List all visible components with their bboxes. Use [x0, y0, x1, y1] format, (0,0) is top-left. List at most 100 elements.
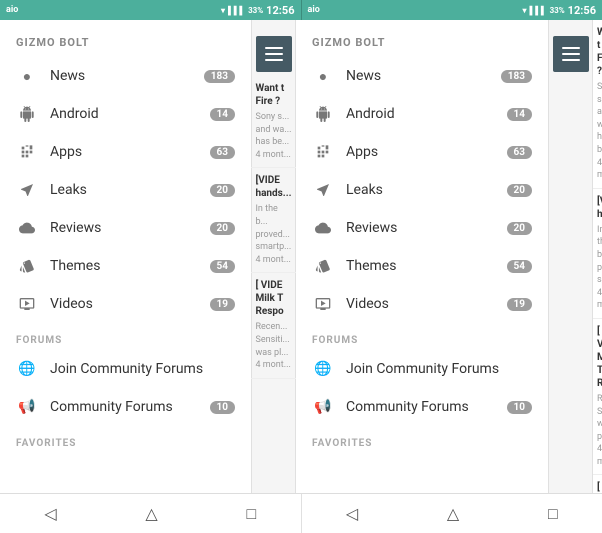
nav-item-reviews[interactable]: Reviews 20 — [0, 209, 251, 247]
videos-badge-r: 19 — [507, 298, 532, 311]
hamburger-button-right[interactable] — [553, 36, 589, 72]
status-icons-right: ▾ ▌▌▌ 33% 12:56 — [523, 4, 596, 17]
back-button-right[interactable]: ◁ — [346, 504, 358, 523]
news-label-r: News — [346, 68, 501, 84]
far-article-1[interactable]: [VIDEhands... In the b...proved...smartp… — [593, 189, 602, 319]
back-button-left[interactable]: ◁ — [44, 504, 56, 523]
leaks-label-r: Leaks — [346, 182, 507, 198]
themes-badge: 54 — [210, 260, 235, 273]
themes-icon — [16, 255, 38, 277]
themes-icon-r — [312, 255, 334, 277]
leaks-label: Leaks — [50, 182, 210, 198]
middle-article-list: Want tFire ? Sony s...and wa...has be...… — [251, 76, 295, 493]
status-bar-right: aio ▾ ▌▌▌ 33% 12:56 — [302, 0, 602, 20]
reviews-icon-r — [312, 217, 334, 239]
carrier-left: aio — [6, 5, 18, 15]
battery-right: 33% — [550, 6, 565, 15]
far-article-title-0: Want tFire ? — [597, 26, 598, 78]
recent-button-left[interactable]: □ — [246, 504, 256, 524]
far-article-2[interactable]: [ VIDEMilk TRespo Recen...Sensiti...was … — [593, 319, 602, 476]
reviews-badge: 20 — [210, 222, 235, 235]
nav-item-reviews-r[interactable]: Reviews 20 — [296, 209, 548, 247]
recent-button-right[interactable]: □ — [548, 504, 558, 524]
time-left: 12:56 — [266, 4, 294, 17]
reviews-label: Reviews — [50, 220, 210, 236]
nav-item-videos[interactable]: Videos 19 — [0, 285, 251, 323]
apps-icon-r — [312, 141, 334, 163]
far-article-meta-0: Sony s...and wa...has be...4 mont... — [597, 81, 598, 182]
favorites-section-label: FAVORITES — [0, 426, 251, 453]
wifi-icon: ▾ — [221, 6, 225, 15]
nav-item-news[interactable]: ● News 183 — [0, 57, 251, 95]
community-forums-label-r: Community Forums — [346, 399, 507, 415]
leaks-badge-r: 20 — [507, 184, 532, 197]
left-drawer: GIZMO BOLT ● News 183 Android 14 Apps 63… — [0, 20, 252, 493]
far-article-title-2: [ VIDEMilk TRespo — [597, 325, 598, 390]
globe-icon-r: 🌐 — [312, 358, 334, 380]
article-item-1[interactable]: [VIDEhands... In the b...proved...smartp… — [251, 168, 295, 273]
far-article-title-1: [VIDEhands... — [597, 195, 598, 221]
right-drawer: GIZMO BOLT ● News 183 Android 14 Apps 63… — [296, 20, 549, 493]
far-article-title-3: [ VIDESensi...Player — [597, 481, 598, 493]
themes-badge-r: 54 — [507, 260, 532, 273]
far-article-meta-1: In the b...proved...smartp...4 mont... — [597, 224, 598, 312]
bottom-bar: ◁ △ □ ◁ △ □ — [0, 493, 602, 533]
main-content: GIZMO BOLT ● News 183 Android 14 Apps 63… — [0, 20, 602, 493]
join-forums-label: Join Community Forums — [50, 361, 235, 377]
far-article-3[interactable]: [ VIDESensi...Player Yester... — [593, 475, 602, 493]
battery-left: 33% — [248, 6, 263, 15]
status-bar: aio ▾ ▌▌▌ 33% 12:56 aio ▾ ▌▌▌ 33% 12:56 — [0, 0, 602, 20]
nav-item-videos-r[interactable]: Videos 19 — [296, 285, 548, 323]
videos-label-r: Videos — [346, 296, 507, 312]
nav-item-join-forums-r[interactable]: 🌐 Join Community Forums — [296, 350, 548, 388]
android-badge: 14 — [210, 108, 235, 121]
article-meta-0: Sony s...and wa...has be...4 mont... — [255, 111, 291, 161]
carrier-right: aio — [308, 5, 320, 15]
videos-label: Videos — [50, 296, 210, 312]
hamburger-line-r-2 — [562, 53, 580, 55]
nav-item-community-forums[interactable]: 📢 Community Forums 10 — [0, 388, 251, 426]
apps-icon — [16, 141, 38, 163]
status-bar-left: aio ▾ ▌▌▌ 33% 12:56 — [0, 0, 301, 20]
article-item-0[interactable]: Want tFire ? Sony s...and wa...has be...… — [251, 76, 295, 168]
megaphone-icon: 📢 — [16, 396, 38, 418]
nav-item-leaks-r[interactable]: Leaks 20 — [296, 171, 548, 209]
wifi-icon-right: ▾ — [523, 6, 527, 15]
news-label: News — [50, 68, 204, 84]
signal-icon: ▌▌▌ — [228, 6, 245, 15]
hamburger-button[interactable] — [256, 36, 292, 72]
nav-item-themes-r[interactable]: Themes 54 — [296, 247, 548, 285]
apps-badge-r: 63 — [507, 146, 532, 159]
nav-item-leaks[interactable]: Leaks 20 — [0, 171, 251, 209]
android-badge-r: 14 — [507, 108, 532, 121]
nav-item-join-forums[interactable]: 🌐 Join Community Forums — [0, 350, 251, 388]
news-badge-r: 183 — [501, 70, 532, 83]
hamburger-line-2 — [265, 53, 283, 55]
article-meta-1: In the b...proved...smartp...4 mont... — [255, 203, 291, 266]
nav-item-android[interactable]: Android 14 — [0, 95, 251, 133]
nav-item-themes[interactable]: Themes 54 — [0, 247, 251, 285]
news-icon: ● — [16, 65, 38, 87]
nav-item-android-r[interactable]: Android 14 — [296, 95, 548, 133]
community-badge-r: 10 — [507, 401, 532, 414]
drawer-header-left: GIZMO BOLT — [0, 20, 251, 57]
article-title-0: Want tFire ? — [255, 82, 291, 108]
drawer-header-right: GIZMO BOLT — [296, 20, 548, 57]
article-title-1: [VIDEhands... — [255, 174, 291, 200]
bottom-nav-left: ◁ △ □ — [0, 494, 302, 533]
nav-item-news-r[interactable]: ● News 183 — [296, 57, 548, 95]
home-button-right[interactable]: △ — [447, 504, 459, 523]
community-badge: 10 — [210, 401, 235, 414]
far-article-0[interactable]: Want tFire ? Sony s...and wa...has be...… — [593, 20, 602, 189]
join-forums-label-r: Join Community Forums — [346, 361, 532, 377]
android-icon — [16, 103, 38, 125]
article-item-2[interactable]: [ VIDEMilk TRespo Recen...Sensiti...was … — [251, 273, 295, 378]
news-badge: 183 — [204, 70, 235, 83]
nav-item-apps-r[interactable]: Apps 63 — [296, 133, 548, 171]
nav-item-community-forums-r[interactable]: 📢 Community Forums 10 — [296, 388, 548, 426]
apps-label-r: Apps — [346, 144, 507, 160]
home-button-left[interactable]: △ — [145, 504, 157, 523]
signal-icon-right: ▌▌▌ — [530, 6, 547, 15]
megaphone-icon-r: 📢 — [312, 396, 334, 418]
nav-item-apps[interactable]: Apps 63 — [0, 133, 251, 171]
